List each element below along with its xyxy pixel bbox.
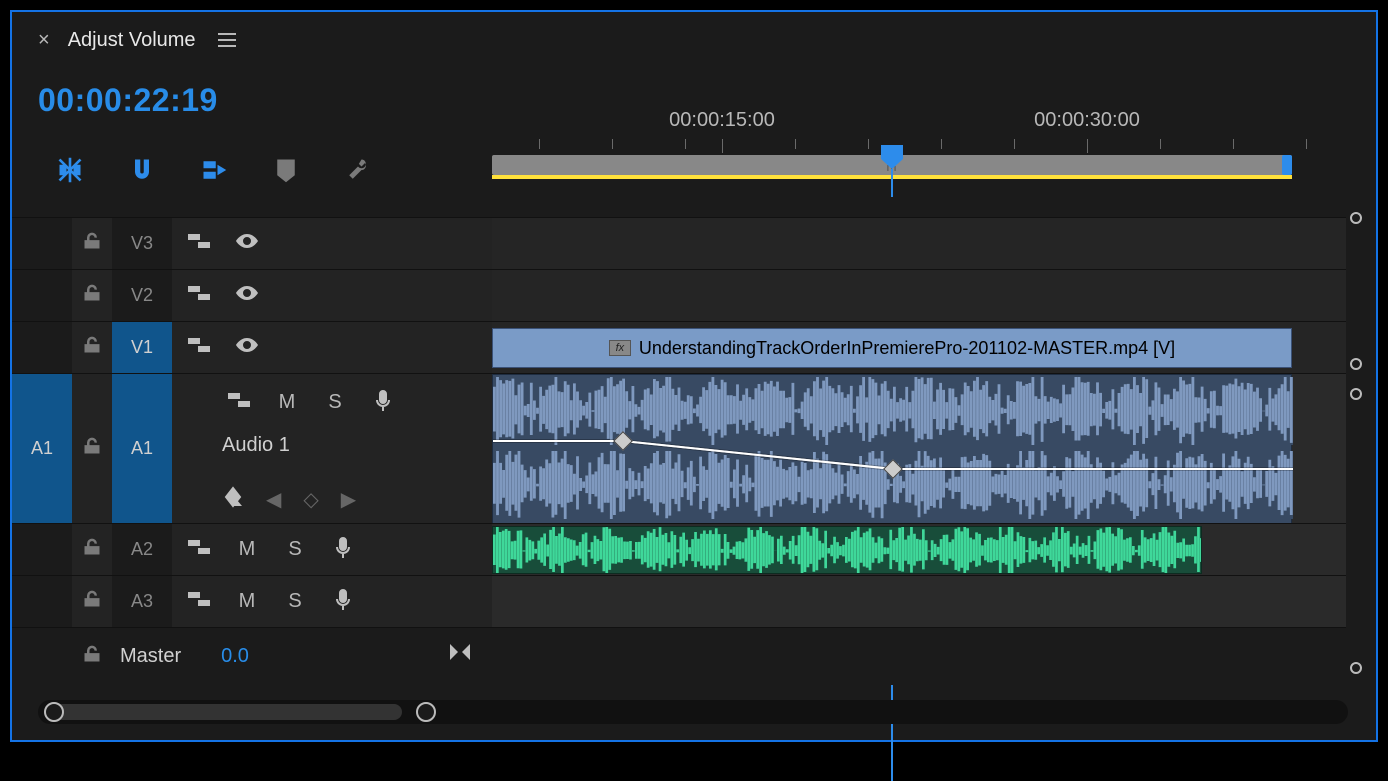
track-target[interactable]: V3: [112, 218, 172, 269]
scroll-handle-icon[interactable]: [1350, 662, 1362, 674]
clip-lane-v1[interactable]: fx UnderstandingTrackOrderInPremierePro-…: [492, 321, 1362, 373]
track-target[interactable]: V1: [112, 322, 172, 373]
track-header-a3[interactable]: A3 M S: [12, 575, 492, 627]
clip-lane-v3[interactable]: [492, 217, 1362, 269]
show-keyframes-icon[interactable]: [222, 486, 244, 513]
scrollbar-thumb[interactable]: [50, 704, 402, 720]
voiceover-icon[interactable]: [330, 587, 356, 616]
add-keyframe-icon[interactable]: ◇: [303, 487, 318, 512]
source-patch[interactable]: [12, 524, 72, 575]
lock-icon[interactable]: [72, 589, 112, 614]
track-header-master[interactable]: Master 0.0: [12, 627, 492, 685]
master-value[interactable]: 0.0: [221, 645, 249, 668]
playhead-icon[interactable]: [879, 143, 905, 169]
source-patch[interactable]: [12, 576, 72, 627]
snap-icon[interactable]: [124, 152, 160, 188]
clip-name: UnderstandingTrackOrderInPremierePro-201…: [639, 338, 1175, 359]
track-name[interactable]: Audio 1: [222, 434, 290, 457]
sync-lock-icon[interactable]: [186, 231, 212, 256]
solo-button[interactable]: S: [322, 391, 348, 414]
clip-lane-spacer: [492, 197, 1362, 217]
lock-icon[interactable]: [72, 335, 112, 360]
audio-clip-a2[interactable]: [492, 526, 1202, 574]
horizontal-scrollbar[interactable]: [38, 700, 1348, 724]
track-header-a1[interactable]: A1 A1 M S Audio 1 ◀ ◇ ▶: [12, 373, 492, 523]
lock-icon[interactable]: [72, 283, 112, 308]
panel-title: Adjust Volume: [68, 29, 196, 52]
clip-lane-a3[interactable]: [492, 575, 1362, 627]
audio-clip-a1[interactable]: L R: [492, 374, 1292, 524]
close-icon[interactable]: ×: [38, 29, 50, 52]
clip-lane-a2[interactable]: [492, 523, 1362, 575]
mute-button[interactable]: M: [234, 590, 260, 613]
mute-button[interactable]: M: [234, 538, 260, 561]
marker-icon[interactable]: [268, 152, 304, 188]
ruler-label: 00:00:30:00: [1034, 109, 1140, 132]
track-header-a2[interactable]: A2 M S: [12, 523, 492, 575]
fx-badge[interactable]: fx: [609, 340, 631, 356]
track-target[interactable]: A2: [112, 524, 172, 575]
scroll-handle-icon[interactable]: [416, 702, 436, 722]
toggle-track-output-icon[interactable]: [234, 284, 260, 307]
scroll-handle-icon[interactable]: [44, 702, 64, 722]
track-header-spacer: [12, 197, 492, 217]
scroll-handle-icon[interactable]: [1350, 212, 1362, 224]
sync-lock-icon[interactable]: [186, 589, 212, 614]
timeline-clip-area[interactable]: fx UnderstandingTrackOrderInPremierePro-…: [492, 197, 1362, 677]
toggle-track-output-icon[interactable]: [234, 232, 260, 255]
track-header-v1[interactable]: V1: [12, 321, 492, 373]
timeline-toolbar: [52, 152, 376, 188]
lock-icon[interactable]: [72, 537, 112, 562]
video-clip[interactable]: fx UnderstandingTrackOrderInPremierePro-…: [492, 328, 1292, 368]
next-keyframe-icon[interactable]: ▶: [341, 487, 356, 512]
source-patch[interactable]: [12, 270, 72, 321]
clip-lane-master[interactable]: [492, 627, 1362, 685]
source-patch[interactable]: A1: [12, 374, 72, 523]
prev-keyframe-icon[interactable]: ◀: [266, 487, 281, 512]
waveform-a2: [493, 527, 1202, 574]
volume-rubberband[interactable]: [493, 375, 1293, 525]
panel-titlebar: × Adjust Volume: [12, 12, 1376, 68]
settings-icon[interactable]: [340, 152, 376, 188]
source-patch[interactable]: [12, 218, 72, 269]
timeline-panel: × Adjust Volume 00:00:22:19 00:00:15:00 …: [10, 10, 1378, 742]
insert-overwrite-icon[interactable]: [52, 152, 88, 188]
sync-lock-icon[interactable]: [186, 283, 212, 308]
time-ruler[interactable]: 00:00:15:00 00:00:30:00 |||: [492, 97, 1332, 197]
track-header-v2[interactable]: V2: [12, 269, 492, 321]
lock-icon[interactable]: [72, 644, 112, 669]
scroll-handle-icon[interactable]: [1350, 358, 1362, 370]
ruler-label: 00:00:15:00: [669, 109, 775, 132]
zoom-handle[interactable]: [1282, 155, 1292, 175]
voiceover-icon[interactable]: [330, 535, 356, 564]
source-patch[interactable]: [12, 322, 72, 373]
master-label: Master: [120, 645, 181, 668]
track-target[interactable]: A1: [112, 374, 172, 523]
linked-selection-icon[interactable]: [196, 152, 232, 188]
clip-lane-v2[interactable]: [492, 269, 1362, 321]
scroll-handle-icon[interactable]: [1350, 388, 1362, 400]
collapse-icon[interactable]: [448, 642, 472, 667]
track-header-v3[interactable]: V3: [12, 217, 492, 269]
voiceover-icon[interactable]: [370, 388, 396, 417]
lock-icon[interactable]: [72, 231, 112, 256]
lock-icon[interactable]: [72, 436, 112, 461]
panel-menu-icon[interactable]: [218, 33, 236, 47]
solo-button[interactable]: S: [282, 538, 308, 561]
mute-button[interactable]: M: [274, 391, 300, 414]
keyframe-controls: ◀ ◇ ▶: [222, 486, 356, 513]
sync-lock-icon[interactable]: [226, 390, 252, 415]
track-target[interactable]: V2: [112, 270, 172, 321]
track-target[interactable]: A3: [112, 576, 172, 627]
solo-button[interactable]: S: [282, 590, 308, 613]
vertical-scrollbar[interactable]: [1346, 208, 1366, 678]
sync-lock-icon[interactable]: [186, 537, 212, 562]
sync-lock-icon[interactable]: [186, 335, 212, 360]
clip-lane-a1[interactable]: L R: [492, 373, 1362, 523]
playhead-timecode[interactable]: 00:00:22:19: [38, 82, 218, 119]
toggle-track-output-icon[interactable]: [234, 336, 260, 359]
